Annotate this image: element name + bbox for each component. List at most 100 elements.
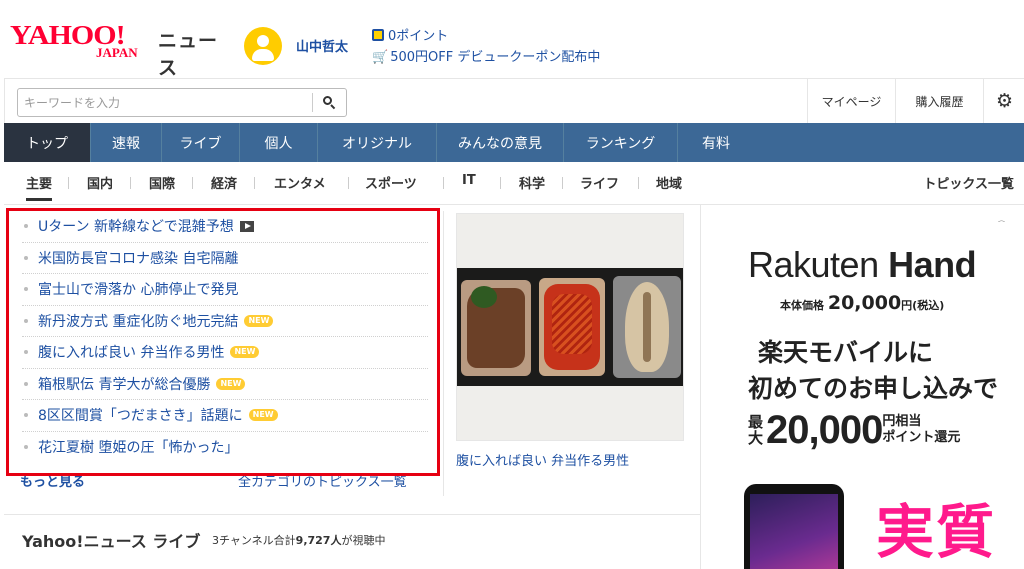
ad-headline-1: 楽天モバイルに: [758, 338, 934, 367]
coupon-text: 500円OFF デビュークーポン配布中: [390, 50, 601, 65]
topic-title: 腹に入れば良い 弁当作る男性: [38, 345, 225, 362]
more-topics-link[interactable]: もっと見る: [20, 471, 85, 490]
avatar-head: [257, 35, 269, 47]
category-entertainment[interactable]: エンタメ: [274, 173, 326, 192]
ad-amount-suffix: 円相当 ポイント還元: [882, 414, 961, 445]
topic-title: 新丹波方式 重症化防ぐ地元完結: [38, 313, 239, 330]
category-nav: 主要 国内 国際 経済 エンタメ スポーツ IT 科学 ライフ 地域 トピックス…: [4, 162, 1024, 205]
logo-japan-text: JAPAN: [96, 45, 138, 60]
category-divider: [638, 177, 639, 189]
bullet-icon: [24, 224, 28, 229]
purchase-history-link[interactable]: 購入履歴: [895, 79, 983, 123]
tab-opinions[interactable]: みんなの意見: [437, 123, 564, 162]
ad-brand-bold: Hand: [888, 244, 977, 285]
bento-photo-image: [457, 268, 683, 386]
category-divider: [68, 177, 69, 189]
category-domestic[interactable]: 国内: [87, 173, 113, 192]
tab-top[interactable]: トップ: [4, 123, 91, 162]
yahoo-news-logo[interactable]: YAHOO! JAPAN ニュース: [10, 22, 224, 79]
live-desc-suffix: が視聴中: [341, 534, 386, 547]
coupon-link[interactable]: 🛒 500円OFF デビュークーポン配布中: [372, 46, 600, 65]
category-divider: [192, 177, 193, 189]
gear-icon: ⚙: [995, 90, 1014, 112]
tab-paid[interactable]: 有料: [678, 123, 754, 162]
topic-item[interactable]: Uターン 新幹線などで混雑予想: [22, 211, 428, 243]
topic-item[interactable]: 花江夏樹 堕姫の圧「怖かった」: [22, 432, 428, 464]
section-divider: [4, 514, 700, 515]
topic-title: 富士山で滑落か 心肺停止で発見: [38, 282, 239, 299]
category-life[interactable]: ライフ: [580, 173, 619, 192]
main-nav: トップ 速報 ライブ 個人 オリジナル みんなの意見 ランキング 有料: [4, 123, 1024, 162]
category-sports[interactable]: スポーツ: [365, 173, 417, 192]
bullet-icon: [24, 381, 28, 386]
category-main[interactable]: 主要: [26, 173, 53, 201]
live-desc-prefix: 3チャンネル合計: [212, 534, 296, 547]
topic-item[interactable]: 米国防長官コロナ感染 自宅隔離: [22, 243, 428, 274]
live-desc-count: 9,727人: [295, 534, 342, 547]
topic-item[interactable]: 8区区間賞「つだまさき」話題に NEW: [22, 400, 428, 432]
logo-service-name: ニュース: [158, 30, 219, 79]
tab-original[interactable]: オリジナル: [318, 123, 437, 162]
bento-box-fish: [613, 276, 681, 378]
topic-item[interactable]: 箱根駅伝 青学大が総合優勝 NEW: [22, 369, 428, 400]
ad-brand-light: Rakuten: [748, 244, 889, 285]
tab-live[interactable]: ライブ: [162, 123, 240, 162]
feature-caption-link[interactable]: 腹に入れば良い 弁当作る男性: [456, 450, 629, 469]
tab-individual[interactable]: 個人: [240, 123, 318, 162]
search-icon: [323, 96, 336, 109]
topic-title: Uターン 新幹線などで混雑予想: [38, 219, 234, 236]
bullet-icon: [24, 287, 28, 292]
user-avatar-icon[interactable]: [244, 27, 282, 65]
ad-headline-2: 初めてのお申し込みで: [748, 374, 999, 403]
ad-column-border: [700, 205, 701, 569]
topic-item[interactable]: 富士山で滑落か 心肺停止で発見: [22, 274, 428, 306]
bento-box-meat: [461, 280, 531, 376]
ad-price: 本体価格 20,000円(税込): [780, 292, 944, 314]
search-input[interactable]: [18, 89, 312, 116]
category-it[interactable]: IT: [462, 173, 476, 188]
rakuten-hand-ad[interactable]: Rakuten Hand 本体価格 20,000円(税込) 楽天モバイルに 初め…: [720, 222, 1024, 569]
search-box: [17, 88, 347, 117]
ad-max-label: 最大: [748, 413, 764, 447]
topic-item[interactable]: 新丹波方式 重症化防ぐ地元完結 NEW: [22, 306, 428, 337]
category-divider: [500, 177, 501, 189]
bullet-icon: [24, 255, 28, 260]
all-category-topics-link[interactable]: 全カテゴリのトピックス一覧: [238, 471, 407, 490]
category-economy[interactable]: 経済: [211, 173, 237, 192]
ad-amount: 20,000: [766, 408, 883, 452]
mypage-link[interactable]: マイページ: [807, 79, 895, 123]
topics-list: Uターン 新幹線などで混雑予想 米国防長官コロナ感染 自宅隔離 富士山で滑落か …: [22, 211, 428, 463]
settings-button[interactable]: ⚙: [983, 79, 1024, 123]
live-section-title[interactable]: Yahoo!ニュース ライブ: [22, 528, 200, 552]
new-badge: NEW: [230, 346, 260, 359]
category-divider: [254, 177, 255, 189]
category-divider: [562, 177, 563, 189]
category-international[interactable]: 国際: [149, 173, 175, 192]
tab-ranking[interactable]: ランキング: [564, 123, 678, 162]
category-divider: [443, 177, 444, 189]
feature-photo[interactable]: [456, 213, 684, 441]
category-local[interactable]: 地域: [656, 173, 682, 192]
new-badge: NEW: [216, 377, 246, 390]
topic-item[interactable]: 腹に入れば良い 弁当作る男性 NEW: [22, 337, 428, 369]
category-science[interactable]: 科学: [519, 173, 545, 192]
topic-title: 花江夏樹 堕姫の圧「怖かった」: [38, 440, 239, 457]
new-badge: NEW: [244, 314, 274, 327]
tpoint-icon: [372, 29, 384, 41]
cart-icon: 🛒: [372, 50, 389, 65]
ad-price-label: 本体価格: [780, 299, 828, 312]
tpoint-link[interactable]: 0ポイント: [372, 25, 448, 44]
ad-price-value: 20,000: [827, 292, 902, 314]
bento-box-pasta: [539, 278, 605, 376]
new-badge: NEW: [248, 409, 278, 422]
tab-breaking[interactable]: 速報: [91, 123, 162, 162]
category-divider: [348, 177, 349, 189]
search-button[interactable]: [312, 93, 346, 112]
column-divider: [443, 211, 444, 496]
topics-list-link[interactable]: トピックス一覧: [923, 173, 1014, 192]
search-toolbar: マイページ 購入履歴 ⚙: [4, 78, 1024, 123]
ad-cta-text: 実質: [876, 498, 997, 566]
bullet-icon: [24, 350, 28, 355]
video-icon: [239, 220, 254, 232]
user-name-link[interactable]: 山中哲太: [296, 36, 348, 55]
